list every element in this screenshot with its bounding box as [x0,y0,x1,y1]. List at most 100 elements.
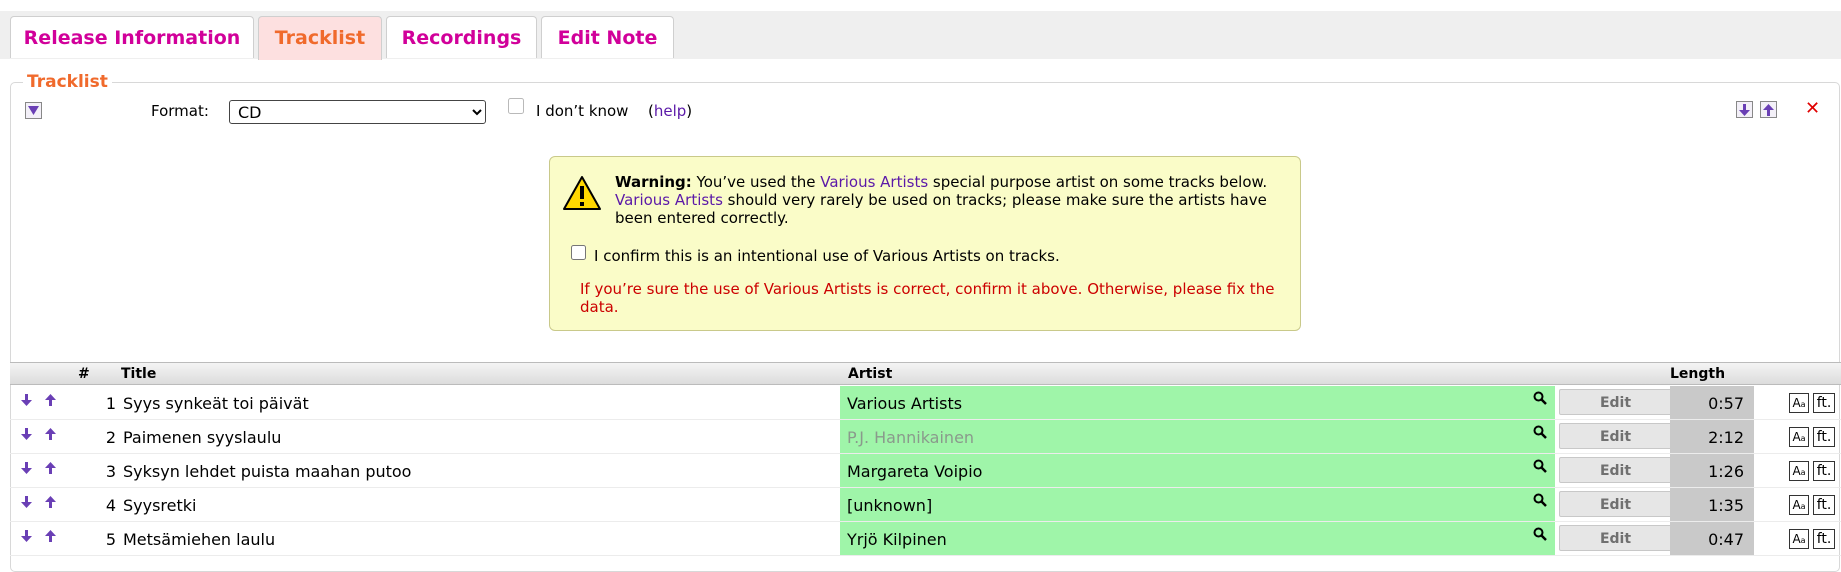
warning-line1-pre: You’ve used the [691,173,821,191]
arrow-up-icon [1763,103,1774,116]
track-move-up-icon[interactable] [45,496,56,512]
header-title: Title [121,366,157,382]
tab-edit-note[interactable]: Edit Note [541,16,674,58]
track-artist-edit-button[interactable]: Edit [1559,491,1672,517]
track-number[interactable]: 4 [80,496,116,515]
help-group: (help) [648,102,692,120]
track-artist-edit-button[interactable]: Edit [1559,525,1672,551]
track-length-cell[interactable]: 0:57 [1670,386,1754,419]
remove-disc-icon[interactable]: ✕ [1805,98,1820,119]
track-length: 0:57 [1708,394,1744,413]
track-move-down-icon[interactable] [21,530,32,546]
track-artist-name: Yrjö Kilpinen [847,530,947,549]
format-label: Format: [151,102,209,120]
header-length: Length [1670,366,1726,382]
search-icon[interactable] [1533,391,1547,405]
track-move-down-icon[interactable] [21,394,32,410]
guess-feat-button[interactable]: ft. [1813,529,1835,549]
dont-know-checkbox[interactable] [508,98,524,114]
track-artist-field[interactable]: Margareta Voipio [840,454,1555,487]
collapse-toggle-button[interactable] [25,102,42,119]
track-artist-name: Margareta Voipio [847,462,983,481]
guess-case-icon[interactable]: Aa [1789,495,1809,515]
track-artist-field[interactable]: Yrjö Kilpinen [840,522,1555,555]
track-number[interactable]: 1 [80,394,116,413]
track-artist-edit-button[interactable]: Edit [1559,457,1672,483]
track-move-down-icon[interactable] [21,496,32,512]
guess-feat-button[interactable]: ft. [1813,461,1835,481]
search-icon[interactable] [1533,493,1547,507]
track-length-cell[interactable]: 0:47 [1670,522,1754,555]
track-row: 4 Syysretki [unknown] Edit 1:35 Aa ft. [10,488,1841,522]
header-num: # [78,366,90,382]
track-move-up-icon[interactable] [45,394,56,410]
warning-line1-post: special purpose artist on some tracks be… [928,173,1268,191]
track-title[interactable]: Metsämiehen laulu [123,530,275,549]
warning-error-text: If you’re sure the use of Various Artist… [580,280,1275,316]
warning-strong: Warning: [615,173,692,191]
move-disc-up-button[interactable] [1760,101,1777,118]
track-length-cell[interactable]: 1:26 [1670,454,1754,487]
track-artist-edit-button[interactable]: Edit [1559,389,1672,415]
guess-case-icon[interactable]: Aa [1789,427,1809,447]
track-artist-name: Various Artists [847,394,963,413]
track-title[interactable]: Syysretki [123,496,196,515]
track-move-up-icon[interactable] [45,428,56,444]
search-icon[interactable] [1533,459,1547,473]
track-length-cell[interactable]: 1:35 [1670,488,1754,521]
track-length: 0:47 [1708,530,1744,549]
guess-feat-button[interactable]: ft. [1813,495,1835,515]
track-artist-field[interactable]: P.J. Hannikainen [840,420,1555,453]
track-row: 5 Metsämiehen laulu Yrjö Kilpinen Edit 0:47 A… [10,522,1841,556]
various-artists-link-2[interactable]: Various Artists [615,191,723,209]
track-number[interactable]: 3 [80,462,116,481]
guess-case-icon[interactable]: Aa [1789,461,1809,481]
guess-feat-button[interactable]: ft. [1813,427,1835,447]
track-move-up-icon[interactable] [45,462,56,478]
confirm-various-artists-checkbox[interactable] [571,245,586,260]
warning-text: Warning: You’ve used the Various Artists… [615,173,1285,227]
dont-know-label: I don’t know [536,102,629,120]
search-icon[interactable] [1533,527,1547,541]
tracklist-legend: Tracklist [27,72,108,92]
track-length: 2:12 [1708,428,1744,447]
confirm-various-artists-label: I confirm this is an intentional use of … [594,247,1060,265]
track-move-down-icon[interactable] [21,428,32,444]
track-artist-field[interactable]: Various Artists [840,386,1555,419]
help-paren-close: ) [686,102,693,120]
track-number[interactable]: 2 [80,428,116,447]
track-title[interactable]: Syksyn lehdet puista maahan putoo [123,462,411,481]
guess-case-icon[interactable]: Aa [1789,393,1809,413]
tab-tracklist[interactable]: Tracklist [258,16,382,60]
various-artists-warning: Warning: You’ve used the Various Artists… [549,156,1301,331]
track-length: 1:26 [1708,462,1744,481]
arrow-down-icon [1739,103,1750,116]
move-disc-down-button[interactable] [1736,101,1753,118]
guess-case-icon[interactable]: Aa [1789,529,1809,549]
track-artist-field[interactable]: [unknown] [840,488,1555,521]
guess-feat-button[interactable]: ft. [1813,393,1835,413]
triangle-down-icon [28,106,39,115]
various-artists-link-1[interactable]: Various Artists [820,173,928,191]
help-link[interactable]: help [654,102,686,120]
track-length: 1:35 [1708,496,1744,515]
tab-recordings[interactable]: Recordings [386,16,537,58]
tab-release-information[interactable]: Release Information [10,16,254,58]
track-title[interactable]: Syys synkeät toi päivät [123,394,309,413]
track-move-up-icon[interactable] [45,530,56,546]
track-row: 1 Syys synkeät toi päivät Various Artists E… [10,386,1841,420]
header-artist: Artist [848,366,893,382]
track-title[interactable]: Paimenen syyslaulu [123,428,281,447]
track-artist-edit-button[interactable]: Edit [1559,423,1672,449]
warning-triangle-icon [563,176,601,210]
track-artist-name: [unknown] [847,496,933,515]
track-move-down-icon[interactable] [21,462,32,478]
format-select[interactable]: CD [229,100,486,124]
track-length-cell[interactable]: 2:12 [1670,420,1754,453]
track-row: 3 Syksyn lehdet puista maahan putoo Margar… [10,454,1841,488]
search-icon[interactable] [1533,425,1547,439]
track-artist-name: P.J. Hannikainen [847,428,975,447]
track-row: 2 Paimenen syyslaulu P.J. Hannikainen Edit 2… [10,420,1841,454]
track-number[interactable]: 5 [80,530,116,549]
tracklist-table-header: # Title Artist Length [10,362,1841,385]
